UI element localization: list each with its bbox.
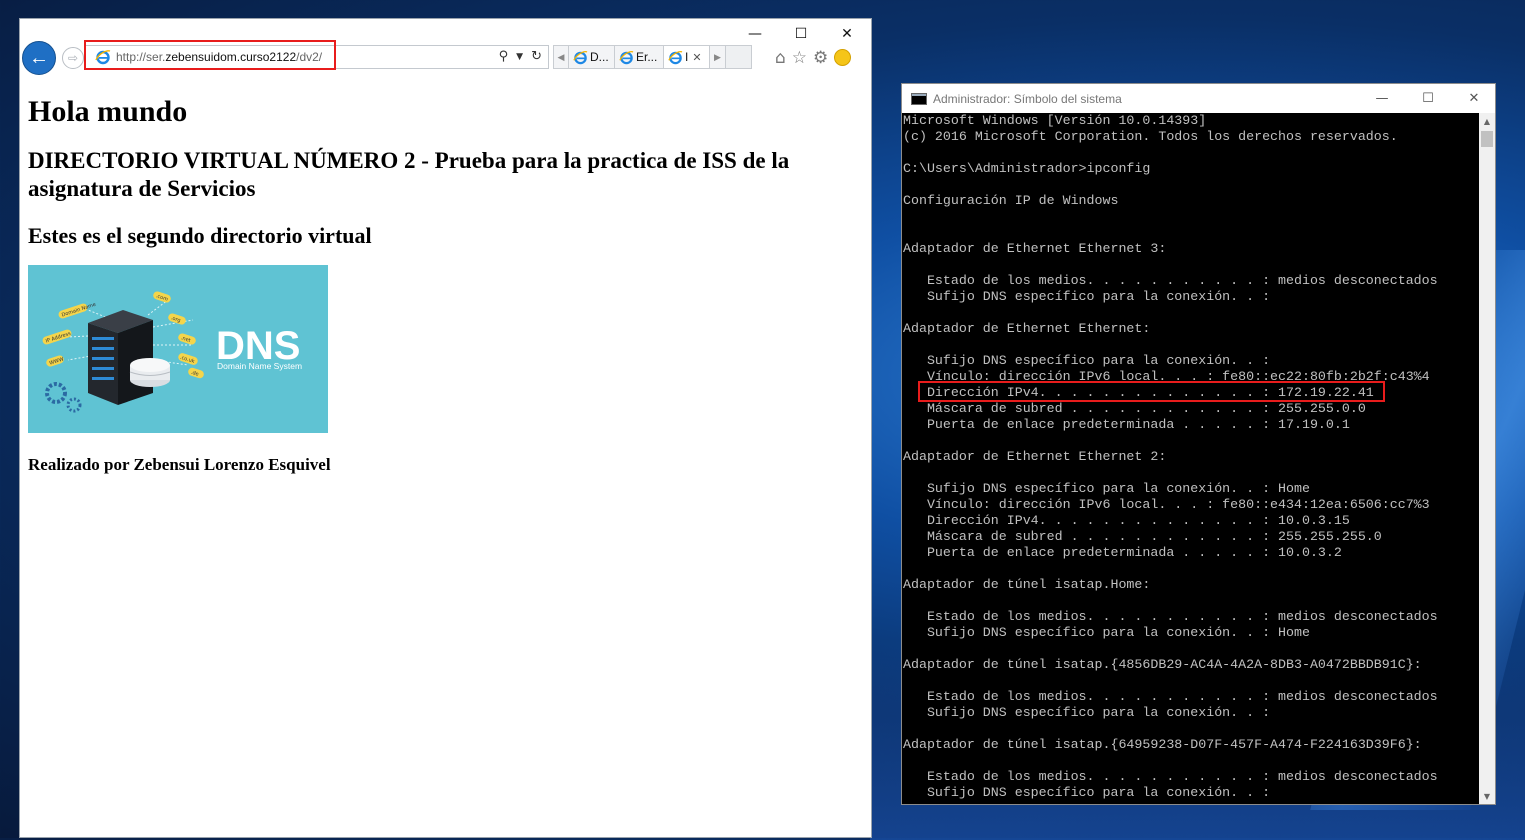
tab-2[interactable]: Er... xyxy=(615,45,664,69)
cmd-line xyxy=(902,721,1479,737)
cmd-line xyxy=(902,465,1479,481)
tab-scroll-right[interactable]: ▶ xyxy=(710,45,726,69)
page-heading-2: DIRECTORIO VIRTUAL NÚMERO 2 - Prueba par… xyxy=(28,148,790,201)
tab-1-label: D... xyxy=(590,50,609,64)
cmd-titlebar: Administrador: Símbolo del sistema — ☐ ✕ xyxy=(902,84,1495,113)
cmd-line: Estado de los medios. . . . . . . . . . … xyxy=(903,273,1438,288)
ie-command-icons: ⌂ ☆ ⚙ xyxy=(775,48,852,68)
tab-1[interactable]: D... xyxy=(569,45,615,69)
cmd-line: Sufijo DNS específico para la conexión. … xyxy=(903,481,1310,496)
scrollbar-thumb[interactable] xyxy=(1481,131,1493,147)
cmd-line xyxy=(902,561,1479,577)
tab-strip: ◀ D... Er... I ✕ ▶ xyxy=(553,45,752,69)
scroll-up-icon[interactable]: ▲ xyxy=(1479,113,1495,129)
cmd-line: Puerta de enlace predeterminada . . . . … xyxy=(903,417,1350,432)
cmd-window-title: Administrador: Símbolo del sistema xyxy=(933,91,1122,106)
cmd-line xyxy=(902,753,1479,769)
dns-image: Domain Name IP Address WWW .com .org .ne… xyxy=(28,265,328,433)
tab-3-label: I xyxy=(685,50,689,64)
cmd-line: Máscara de subred . . . . . . . . . . . … xyxy=(903,529,1382,544)
cmd-line xyxy=(902,257,1479,273)
cmd-line: Microsoft Windows [Versión 10.0.14393] xyxy=(903,113,1207,128)
cmd-line xyxy=(902,145,1479,161)
tab-scroll-left[interactable]: ◀ xyxy=(553,45,569,69)
cmd-line: Sufijo DNS específico para la conexión. … xyxy=(903,785,1271,800)
star-icon[interactable]: ☆ xyxy=(792,48,807,68)
smiley-feedback-icon[interactable] xyxy=(834,49,852,66)
cmd-line: Sufijo DNS específico para la conexión. … xyxy=(903,353,1271,368)
tab-close-icon[interactable]: ✕ xyxy=(692,51,701,64)
ipv4-highlight-box xyxy=(918,381,1385,402)
dns-illustration: Domain Name IP Address WWW .com .org .ne… xyxy=(28,265,328,433)
cmd-app-icon xyxy=(911,92,927,105)
cmd-line: Sufijo DNS específico para la conexión. … xyxy=(903,705,1271,720)
cmd-line: Estado de los medios. . . . . . . . . . … xyxy=(903,769,1438,784)
cmd-line xyxy=(902,209,1479,225)
cmd-line: Sufijo DNS específico para la conexión. … xyxy=(903,289,1271,304)
new-tab-button[interactable] xyxy=(726,45,752,69)
cmd-line: Adaptador de Ethernet Ethernet 2: xyxy=(903,449,1167,464)
home-icon[interactable]: ⌂ xyxy=(775,48,786,68)
dns-logo-subtitle: Domain Name System xyxy=(217,361,302,371)
ie-tab-icon xyxy=(573,50,588,64)
page-heading-1: Hola mundo xyxy=(28,95,188,128)
cmd-line: Adaptador de túnel isatap.Home: xyxy=(903,577,1151,592)
address-highlight-box xyxy=(84,40,336,70)
cmd-line: Configuración IP de Windows xyxy=(903,193,1119,208)
cmd-line: C:\Users\Administrador>ipconfig xyxy=(903,161,1151,176)
cmd-window: Administrador: Símbolo del sistema — ☐ ✕… xyxy=(901,83,1496,805)
page-heading-3: Estes es el segundo directorio virtual xyxy=(28,223,372,248)
ie-tab-icon xyxy=(668,50,683,64)
cmd-line xyxy=(902,177,1479,193)
web-page-content: Hola mundo DIRECTORIO VIRTUAL NÚMERO 2 -… xyxy=(28,89,858,475)
page-footer-author: Realizado por Zebensui Lorenzo Esquivel xyxy=(28,455,331,474)
forward-button[interactable]: ⇨ xyxy=(62,47,84,69)
cmd-close-button[interactable]: ✕ xyxy=(1451,84,1497,113)
gear-icon[interactable]: ⚙ xyxy=(813,48,828,68)
cmd-scrollbar[interactable]: ▲ ▼ xyxy=(1479,113,1495,804)
cmd-line: Máscara de subred . . . . . . . . . . . … xyxy=(903,401,1366,416)
cmd-line: Adaptador de Ethernet Ethernet: xyxy=(903,321,1151,336)
cmd-line: Estado de los medios. . . . . . . . . . … xyxy=(903,689,1438,704)
cmd-minimize-button[interactable]: — xyxy=(1359,84,1405,113)
cmd-line xyxy=(902,593,1479,609)
cmd-line: Estado de los medios. . . . . . . . . . … xyxy=(903,609,1438,624)
cmd-line: Vínculo: dirección IPv6 local. . . : fe8… xyxy=(903,497,1430,512)
cmd-line: Dirección IPv4. . . . . . . . . . . . . … xyxy=(903,513,1350,528)
cmd-console-output[interactable]: Microsoft Windows [Versión 10.0.14393] (c… xyxy=(902,113,1479,804)
cmd-line xyxy=(902,225,1479,241)
ie-tab-icon xyxy=(619,50,634,64)
cmd-maximize-button[interactable]: ☐ xyxy=(1405,84,1451,113)
address-tools: ⚲ ▼ ↻ xyxy=(499,49,542,64)
scroll-down-icon[interactable]: ▼ xyxy=(1479,788,1495,804)
back-button[interactable]: ← xyxy=(22,41,56,75)
cmd-line: Adaptador de túnel isatap.{64959238-D07F… xyxy=(903,737,1422,752)
cmd-line xyxy=(902,433,1479,449)
ie-toolbar: ← ⇨ http://ser.zebensuidom.curso2122/dv2… xyxy=(20,40,871,75)
refresh-icon[interactable]: ↻ xyxy=(531,49,542,64)
cmd-line xyxy=(902,673,1479,689)
cmd-line: (c) 2016 Microsoft Corporation. Todos lo… xyxy=(903,129,1398,144)
cmd-line: Adaptador de Ethernet Ethernet 3: xyxy=(903,241,1167,256)
arrow-right-icon: ⇨ xyxy=(67,51,79,65)
tab-2-label: Er... xyxy=(636,50,658,64)
tab-3-active[interactable]: I ✕ xyxy=(664,45,710,69)
cmd-line xyxy=(902,337,1479,353)
cmd-line: Sufijo DNS específico para la conexión. … xyxy=(903,625,1310,640)
ie-window: — ☐ ✕ ← ⇨ http://ser.zebensuidom.curso21… xyxy=(19,18,872,838)
cmd-line: Puerta de enlace predeterminada . . . . … xyxy=(903,545,1342,560)
arrow-left-icon: ← xyxy=(29,46,49,69)
cmd-line xyxy=(902,641,1479,657)
dropdown-icon[interactable]: ▼ xyxy=(516,52,523,64)
search-icon[interactable]: ⚲ xyxy=(499,49,509,64)
cmd-line: Adaptador de túnel isatap.{4856DB29-AC4A… xyxy=(903,657,1422,672)
cmd-line xyxy=(902,305,1479,321)
